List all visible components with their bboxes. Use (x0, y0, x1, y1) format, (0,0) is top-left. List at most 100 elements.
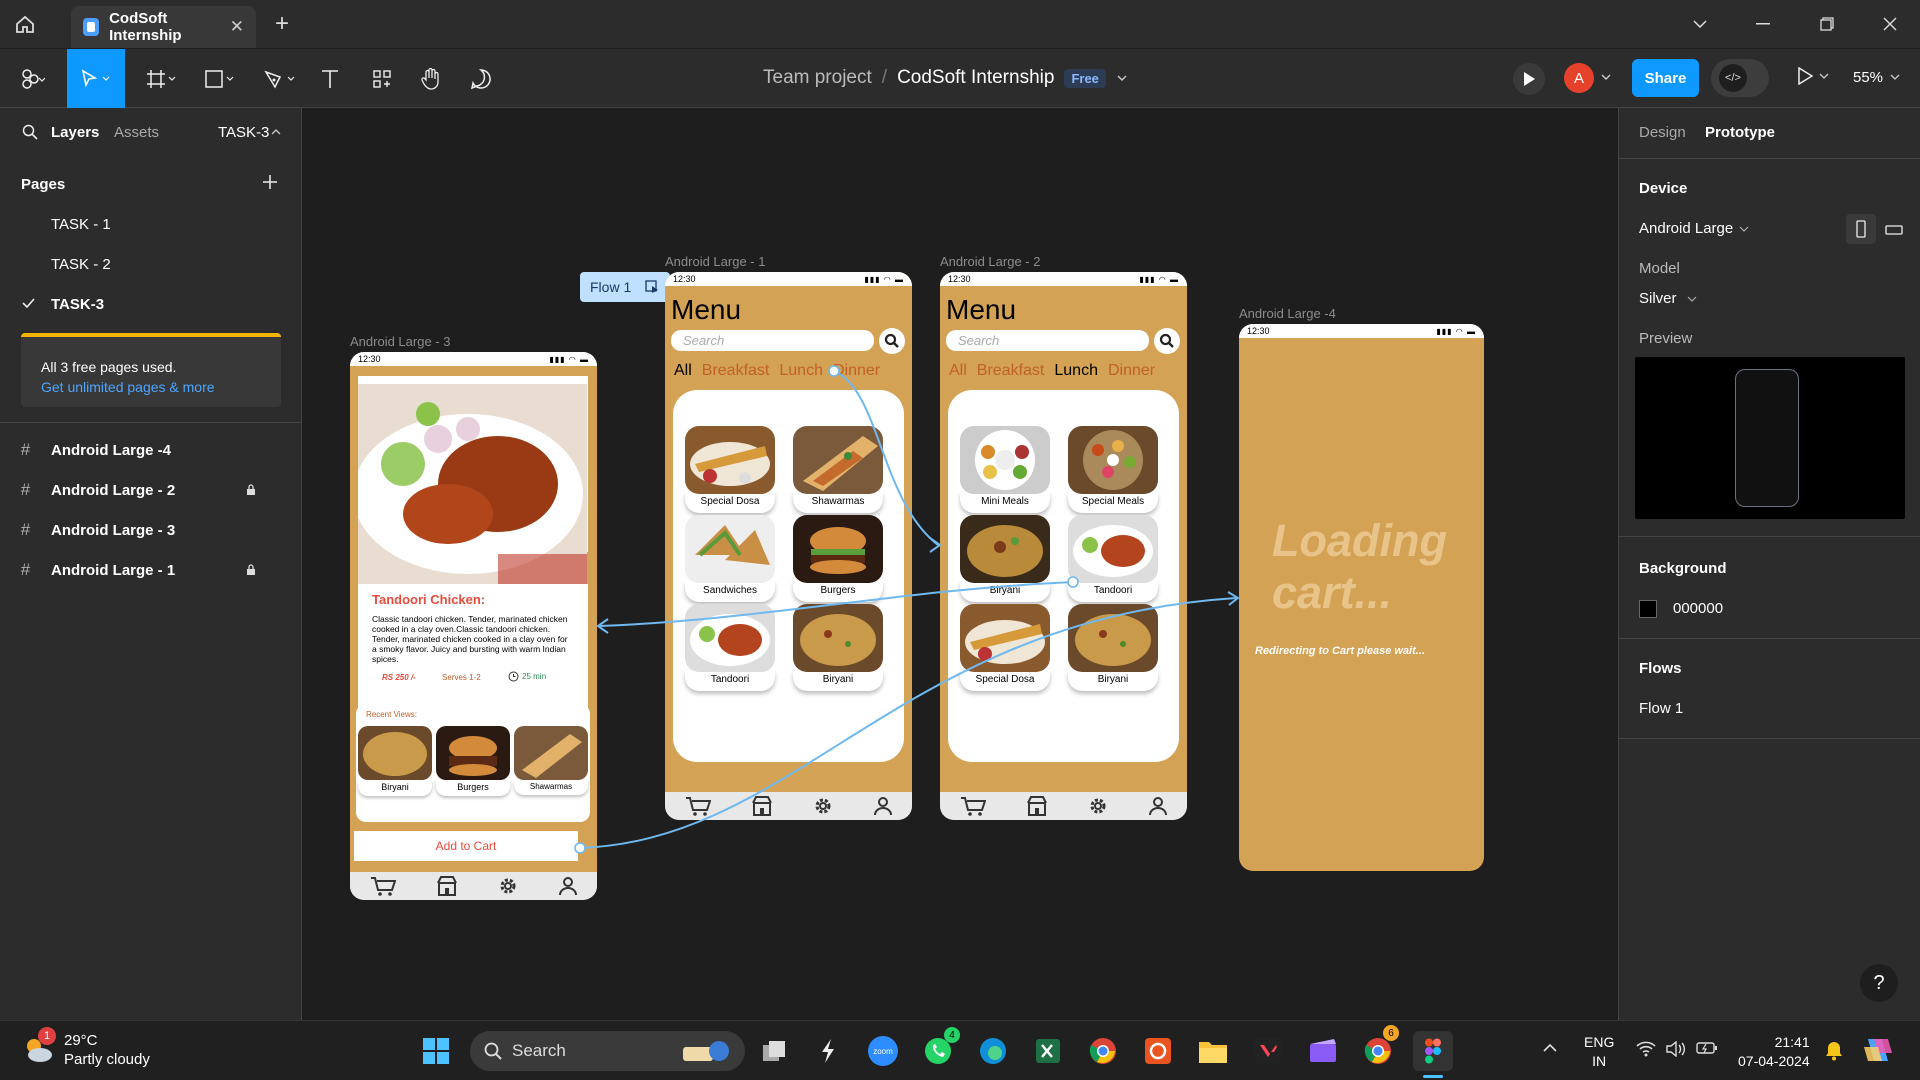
chevron-up-icon[interactable] (271, 128, 281, 136)
play-prototype-button[interactable] (1797, 67, 1829, 85)
frame-label[interactable]: Android Large - 3 (350, 334, 450, 349)
tab-layers[interactable]: Layers (51, 124, 99, 141)
upgrade-link[interactable]: Get unlimited pages & more (41, 377, 281, 397)
hand-tool-icon[interactable] (414, 49, 448, 108)
search-icon[interactable] (22, 124, 38, 140)
move-tool-icon[interactable] (67, 49, 125, 108)
team-name[interactable]: Team project (763, 67, 872, 89)
layer-item[interactable]: # Android Large - 2 (0, 470, 302, 510)
recent-item[interactable]: Burgers (436, 726, 510, 796)
search-input[interactable]: Search (671, 330, 874, 351)
file-menu-chevron-icon[interactable] (1116, 74, 1128, 82)
windows-start-icon[interactable] (416, 1031, 456, 1071)
food-card[interactable]: Mini Meals (960, 426, 1050, 516)
new-tab-button[interactable]: + (275, 10, 289, 38)
food-card[interactable]: Special Meals (1068, 426, 1158, 516)
lock-icon[interactable] (246, 484, 256, 496)
notification-bell-icon[interactable] (1825, 1041, 1843, 1061)
search-icon[interactable] (1154, 328, 1180, 354)
food-card[interactable]: Sandwiches (685, 515, 775, 605)
model-chevron-icon[interactable] (1687, 295, 1697, 303)
frame-android-large-2[interactable]: 12:30 ▮▮▮ ◠ ▬ Menu Search All Breakfast L… (940, 272, 1187, 820)
file-name[interactable]: CodSoft Internship (897, 67, 1054, 89)
food-card[interactable]: Biryani (793, 604, 883, 694)
app-icon-bolt[interactable] (808, 1031, 848, 1071)
close-window-icon[interactable] (1860, 0, 1920, 48)
text-tool-icon[interactable] (313, 49, 347, 108)
share-button[interactable]: Share (1632, 59, 1699, 97)
tab-prototype[interactable]: Prototype (1705, 124, 1775, 141)
shape-tool-icon[interactable] (198, 49, 242, 108)
flow-start-badge[interactable]: Flow 1 (580, 272, 670, 302)
help-button[interactable]: ? (1860, 964, 1898, 1002)
weather-widget[interactable]: 29°C Partly cloudy (64, 1031, 150, 1069)
pen-tool-icon[interactable] (258, 49, 302, 108)
category-breakfast[interactable]: Breakfast (977, 362, 1045, 380)
model-select[interactable]: Silver (1639, 290, 1677, 307)
task-view-icon[interactable] (754, 1031, 794, 1071)
file-explorer-icon[interactable] (1193, 1031, 1233, 1071)
cart-icon[interactable] (685, 796, 712, 816)
figma-taskbar-icon[interactable] (1413, 1031, 1453, 1071)
tab-design[interactable]: Design (1639, 124, 1686, 141)
recent-item[interactable]: Biryani (358, 726, 432, 796)
avatar[interactable]: A (1564, 63, 1594, 93)
food-card[interactable]: Tandoori (1068, 515, 1158, 605)
copilot-icon[interactable] (1862, 1035, 1894, 1065)
avatar-chevron-icon[interactable] (1600, 73, 1612, 81)
frame-android-large-1[interactable]: 12:30 ▮▮▮ ◠ ▬ Menu Search All Breakfast L… (665, 272, 912, 820)
page-item-task-1[interactable]: TASK - 1 (51, 216, 111, 233)
layer-item[interactable]: # Android Large - 3 (0, 510, 302, 550)
input-language[interactable]: ENG IN (1584, 1033, 1614, 1071)
category-dinner[interactable]: Dinner (833, 362, 880, 380)
minimize-icon[interactable] (1733, 0, 1793, 48)
page-item-task-2[interactable]: TASK - 2 (51, 256, 111, 273)
search-icon[interactable] (879, 328, 905, 354)
flow-item[interactable]: Flow 1 (1639, 700, 1683, 717)
present-cursor-icon[interactable] (1513, 63, 1545, 95)
device-chevron-icon[interactable] (1739, 225, 1749, 233)
category-lunch[interactable]: Lunch (1054, 362, 1098, 380)
device-select[interactable]: Android Large (1639, 220, 1733, 237)
store-icon[interactable] (752, 796, 773, 816)
layer-item[interactable]: # Android Large - 1 (0, 550, 302, 590)
portrait-icon[interactable] (1846, 214, 1876, 244)
profile-icon[interactable] (558, 876, 577, 896)
comment-tool-icon[interactable] (464, 49, 498, 108)
search-input[interactable]: Search (946, 330, 1149, 351)
store-icon[interactable] (437, 876, 458, 896)
add-page-icon[interactable] (262, 174, 278, 190)
chrome-icon[interactable] (1083, 1031, 1123, 1071)
file-tab[interactable]: CodSoft Internship ✕ (71, 6, 256, 48)
food-card[interactable]: Special Dosa (960, 604, 1050, 694)
play-flow-icon[interactable] (645, 280, 659, 294)
home-icon[interactable] (0, 0, 50, 48)
settings-icon[interactable] (1088, 796, 1108, 816)
category-breakfast[interactable]: Breakfast (702, 362, 770, 380)
dev-mode-toggle[interactable]: </> (1711, 59, 1769, 97)
food-card[interactable]: Tandoori (685, 604, 775, 694)
frame-tool-icon[interactable] (140, 49, 184, 108)
edge-icon[interactable] (973, 1031, 1013, 1071)
current-page-selector[interactable]: TASK-3 (218, 124, 269, 141)
ubuntu-icon[interactable] (1138, 1031, 1178, 1071)
taskbar-search[interactable]: Search (470, 1031, 745, 1071)
store-icon[interactable] (1027, 796, 1048, 816)
resources-icon[interactable] (365, 49, 399, 108)
lock-icon[interactable] (246, 564, 256, 576)
close-tab-icon[interactable]: ✕ (230, 17, 244, 37)
frame-label[interactable]: Android Large - 2 (940, 254, 1040, 269)
profile-icon[interactable] (873, 796, 892, 816)
category-lunch[interactable]: Lunch (779, 362, 823, 380)
food-card[interactable]: Shawarmas (793, 426, 883, 516)
profile-icon[interactable] (1148, 796, 1167, 816)
background-hex[interactable]: 000000 (1673, 600, 1723, 617)
food-card[interactable]: Biryani (1068, 604, 1158, 694)
chevron-down-icon[interactable] (1670, 0, 1730, 48)
food-card[interactable]: Special Dosa (685, 426, 775, 516)
settings-icon[interactable] (498, 876, 518, 896)
system-tray[interactable] (1636, 1041, 1718, 1057)
frame-android-large-3[interactable]: 12:30 ▮▮▮ ◠ ▬ Tandoori Chicken: Classic t… (350, 352, 597, 900)
zoom-level[interactable]: 55% (1853, 69, 1883, 86)
cart-icon[interactable] (960, 796, 987, 816)
